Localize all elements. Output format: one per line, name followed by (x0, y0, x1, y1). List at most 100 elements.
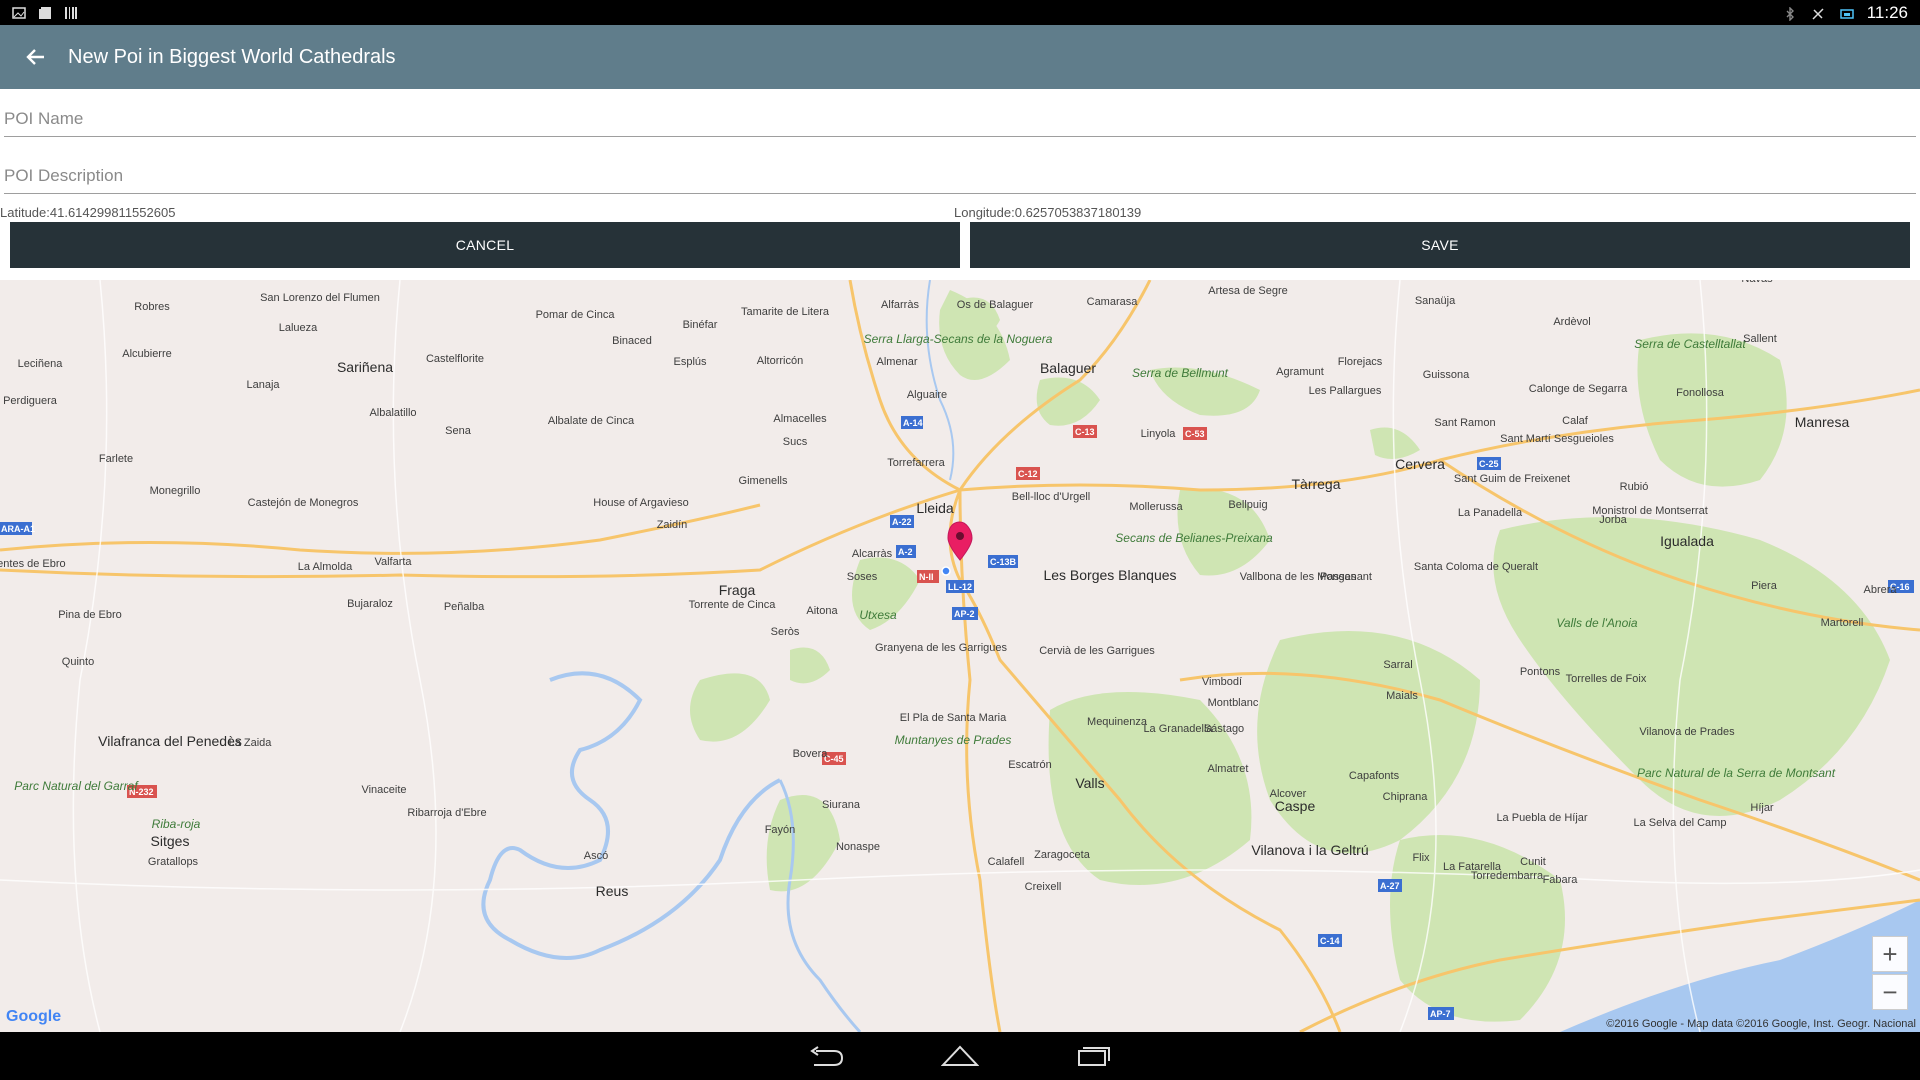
map-place-label: Bovera (793, 748, 829, 760)
road-label: C-13 (1075, 427, 1095, 437)
map-place-label: Vilanova de Prades (1639, 726, 1735, 738)
map-place-label: Capafonts (1349, 770, 1400, 782)
map-place-label: Sucs (783, 436, 808, 448)
map-place-label: Farlete (99, 453, 133, 465)
map-place-label: Bell-lloc d'Urgell (1012, 491, 1091, 503)
map-place-label: Balaguer (1040, 360, 1096, 376)
map-place-label: Torredembarra (1471, 870, 1544, 882)
cancel-button[interactable]: CANCEL (10, 222, 960, 268)
map-place-label: Santa Coloma de Queralt (1414, 561, 1538, 573)
poi-name-input[interactable] (4, 89, 1916, 137)
map-place-label: Parc Natural del Garraf (14, 779, 139, 793)
map-place-label: Granyena de les Garrigues (875, 642, 1008, 654)
save-button[interactable]: SAVE (970, 222, 1910, 268)
zoom-out-button[interactable]: − (1872, 974, 1908, 1010)
map-place-label: Torrente de Cinca (689, 599, 777, 611)
map-place-label: Chiprana (1383, 791, 1429, 803)
map-place-label: Almacelles (773, 413, 827, 425)
map-place-label: Vimbodí (1202, 676, 1242, 688)
map-place-label: Linyola (1141, 428, 1177, 440)
sea (1560, 900, 1920, 1032)
map-place-label: Gratallops (148, 856, 199, 868)
map-place-label: Leciñena (18, 358, 64, 370)
status-bar: 11:26 (0, 0, 1920, 25)
map-place-label: Ascó (584, 850, 608, 862)
map-place-label: Torrelles de Foix (1566, 673, 1647, 685)
map-place-label: Os de Balaguer (957, 299, 1034, 311)
map-place-label: Albalate de Cinca (548, 415, 635, 427)
gallery-icon (38, 6, 52, 20)
map-place-label: La Zaida (229, 737, 273, 749)
map-place-label: Agramunt (1276, 366, 1324, 378)
map-place-label: Passanant (1320, 571, 1372, 583)
map-place-label: Maials (1386, 690, 1418, 702)
map-place-label: Abrera (1863, 584, 1897, 596)
nav-home-button[interactable] (938, 1038, 982, 1074)
nav-recents-button[interactable] (1072, 1038, 1116, 1074)
map-place-label: Peñalba (444, 601, 485, 613)
picture-icon (12, 6, 26, 20)
map-place-label: House of Argavieso (593, 497, 688, 509)
map-place-label: Alfarràs (881, 299, 919, 311)
map-place-label: Fonollosa (1676, 387, 1725, 399)
map-place-label: Utxesa (859, 608, 897, 622)
map-place-label: San Lorenzo del Flumen (260, 292, 380, 304)
screen-cast-icon (1839, 6, 1854, 20)
map-place-label: Lalueza (279, 322, 318, 334)
map-view[interactable]: A-14 A-22 A-2 C-12 C-13 C-53 C-25 C-13B … (0, 280, 1920, 1032)
road-label: AP-2 (954, 609, 975, 619)
map-place-label: Alcubierre (122, 348, 172, 360)
road-label: C-25 (1479, 459, 1499, 469)
map-place-label: Reus (596, 883, 629, 899)
map-place-label: Nonaspe (836, 841, 880, 853)
status-system: 11:26 (1783, 3, 1908, 23)
poi-marker[interactable] (941, 521, 973, 576)
map-place-label: Valfarta (374, 556, 412, 568)
map-place-label: Alcarràs (852, 548, 893, 560)
map-place-label: Híjar (1750, 802, 1774, 814)
map-place-label: Vinaceite (361, 784, 406, 796)
map-place-label: Binéfar (683, 319, 718, 331)
map-place-label: Serra de Castelltallat (1634, 337, 1746, 351)
road-label: C-53 (1185, 429, 1205, 439)
map-place-label: La Selva del Camp (1634, 817, 1727, 829)
map-place-label: Bujaraloz (347, 598, 393, 610)
nav-back-button[interactable] (804, 1038, 848, 1074)
rivers (481, 280, 955, 1032)
map-place-label: Les Borges Blanques (1043, 567, 1176, 583)
map-place-label: Fuentes de Ebro (0, 558, 66, 570)
zoom-in-button[interactable]: + (1872, 936, 1908, 972)
map-place-label: Calaf (1562, 415, 1589, 427)
map-place-label: Mequinenza (1087, 716, 1148, 728)
map-place-label: Les Pallargues (1309, 385, 1382, 397)
map-place-label: Mollerussa (1129, 501, 1183, 513)
map-place-label: Lanaja (246, 379, 280, 391)
latitude-label: Latitude:41.614299811552605 (0, 205, 176, 220)
map-place-label: Sant Ramon (1434, 417, 1495, 429)
page-title: New Poi in Biggest World Cathedrals (68, 45, 396, 68)
map-place-label: Soses (847, 571, 878, 583)
road-label: A-27 (1380, 881, 1400, 891)
map-place-label: Altorricón (757, 355, 803, 367)
longitude-label: Longitude:0.6257053837180139 (954, 205, 1142, 220)
map-place-label: Rubió (1620, 481, 1649, 493)
map-place-label: Fraga (719, 582, 756, 598)
road-label: A-2 (898, 547, 913, 557)
map-place-label: Sena (445, 425, 472, 437)
poi-description-input[interactable] (4, 146, 1916, 194)
recents-icon (1078, 1047, 1110, 1066)
back-button[interactable] (0, 25, 72, 89)
map-place-label: Serra de Bellmunt (1132, 366, 1229, 380)
map-place-label: Gimenells (739, 475, 788, 487)
arrow-back-icon (26, 49, 44, 65)
map-place-label: Sástago (1204, 723, 1244, 735)
map-place-label: Aitona (806, 605, 838, 617)
map-place-label: El Pla de Santa Maria (900, 712, 1007, 724)
map-place-label: Muntanyes de Prades (895, 733, 1012, 747)
map-place-label: Tàrrega (1291, 476, 1340, 492)
map-place-label: Almenar (877, 356, 918, 368)
navigation-bar (0, 1032, 1920, 1080)
road-label: ARA-A1 (1, 524, 35, 534)
road-label: N-II (919, 572, 934, 582)
map-place-label: Pontons (1520, 666, 1561, 678)
